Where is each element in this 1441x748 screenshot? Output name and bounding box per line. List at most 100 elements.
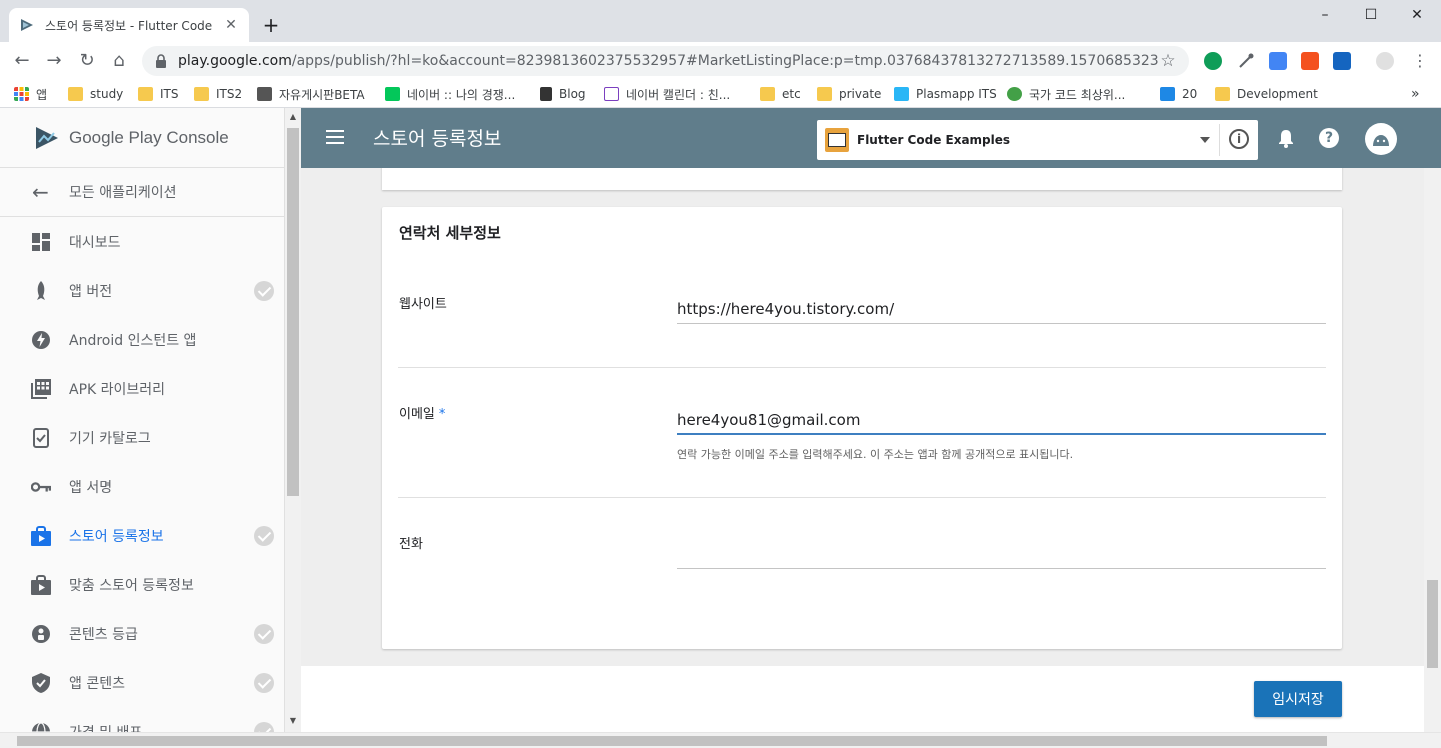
- sidebar-item-device-catalog[interactable]: 기기 카탈로그: [0, 413, 284, 462]
- app-selector[interactable]: Flutter Code Examples i: [817, 120, 1258, 160]
- sidebar-item-label: 맞춤 스토어 등록정보: [69, 577, 194, 594]
- bookmark-blog[interactable]: Blog: [540, 84, 586, 104]
- bookmark-plasmapp[interactable]: Plasmapp ITS: [894, 84, 997, 104]
- sidebar-item-app-signing[interactable]: 앱 서명: [0, 462, 284, 511]
- info-icon[interactable]: i: [1229, 129, 1249, 149]
- sidebar-item-label: Android 인스턴트 앱: [69, 332, 197, 349]
- maximize-button[interactable]: ☐: [1348, 4, 1394, 28]
- all-apps-label: 모든 애플리케이션: [69, 185, 177, 201]
- store-icon: [31, 525, 51, 546]
- all-apps-link[interactable]: ← 모든 애플리케이션: [0, 168, 284, 217]
- sidebar-item-apk-library[interactable]: APK 라이브러리: [0, 364, 284, 413]
- sidebar-item-pricing-distribution[interactable]: 가격 및 배포: [0, 707, 284, 732]
- bookmark-development[interactable]: Development: [1215, 84, 1318, 104]
- sidebar-item-dashboard[interactable]: 대시보드: [0, 217, 284, 266]
- app-bar: 스토어 등록정보 Flutter Code Examples i ?: [301, 108, 1441, 168]
- content-scrollbar[interactable]: [1424, 168, 1441, 732]
- required-asterisk: *: [438, 407, 446, 422]
- sidebar-item-app-content[interactable]: 앱 콘텐츠: [0, 658, 284, 707]
- bookmark-its[interactable]: ITS: [138, 84, 179, 104]
- sidebar-item-label: 대시보드: [69, 234, 121, 251]
- folder-icon: [194, 87, 209, 101]
- sidebar-item-app-releases[interactable]: 앱 버전: [0, 266, 284, 315]
- browser-tab[interactable]: 스토어 등록정보 - Flutter Code ✕: [9, 8, 249, 42]
- phone-field[interactable]: [677, 545, 1326, 569]
- bookmark-20[interactable]: 20: [1160, 84, 1197, 104]
- folder-icon: [138, 87, 153, 101]
- bookmark-private[interactable]: private: [817, 84, 881, 104]
- reload-icon[interactable]: ↻: [75, 49, 99, 73]
- sidebar-scrollbar[interactable]: ▲ ▼: [285, 108, 301, 732]
- content-scroll-thumb[interactable]: [1427, 580, 1438, 668]
- bookmark-study[interactable]: study: [68, 84, 123, 104]
- sidebar-item-label: 앱 콘텐츠: [69, 675, 125, 692]
- chevron-down-icon[interactable]: [1200, 137, 1210, 143]
- bookmark-label: ITS2: [216, 87, 243, 101]
- back-arrow-icon[interactable]: ←: [10, 49, 34, 73]
- bookmarks-overflow-button[interactable]: »: [1411, 84, 1420, 104]
- sidebar-item-label: 콘텐츠 등급: [69, 626, 138, 643]
- website-field[interactable]: https://here4you.tistory.com/: [677, 300, 1326, 324]
- bookmark-apps[interactable]: 앱: [14, 84, 47, 104]
- tab-close-icon[interactable]: ✕: [223, 17, 239, 33]
- horizontal-scrollbar[interactable]: [0, 732, 1441, 748]
- minimize-button[interactable]: –: [1302, 4, 1348, 28]
- close-window-button[interactable]: ✕: [1394, 4, 1440, 28]
- extension-orange-icon[interactable]: [1301, 52, 1319, 70]
- email-help-text: 연락 가능한 이메일 주소를 입력해주세요. 이 주소는 앱과 함께 공개적으로…: [677, 448, 1074, 461]
- bookmark-free-board[interactable]: 자유게시판BETA: [257, 84, 365, 104]
- check-circle-icon: [254, 526, 274, 546]
- horizontal-scroll-thumb[interactable]: [17, 736, 1327, 746]
- sidebar: Google Play Console ← 모든 애플리케이션 대시보드 앱 버…: [0, 108, 285, 732]
- forward-arrow-icon[interactable]: →: [42, 49, 66, 73]
- new-tab-button[interactable]: +: [258, 13, 284, 39]
- browser-menu-icon[interactable]: ⋮: [1408, 49, 1432, 73]
- scroll-up-arrow-icon[interactable]: ▲: [285, 110, 301, 124]
- email-label: 이메일 *: [399, 403, 445, 422]
- check-circle-icon: [254, 281, 274, 301]
- save-draft-button[interactable]: 임시저장: [1254, 681, 1342, 717]
- check-circle-icon: [254, 722, 274, 732]
- check-circle-icon: [254, 673, 274, 693]
- sidebar-item-custom-store-listing[interactable]: 맞춤 스토어 등록정보: [0, 560, 284, 609]
- divider: [398, 497, 1326, 498]
- play-console-page: Google Play Console ← 모든 애플리케이션 대시보드 앱 버…: [0, 108, 1441, 748]
- bookmark-star-icon[interactable]: ☆: [1159, 51, 1177, 71]
- eyedropper-icon[interactable]: [1237, 52, 1255, 70]
- bookmark-country-code[interactable]: 국가 코드 최상위...: [1007, 84, 1125, 104]
- sidebar-item-content-rating[interactable]: 콘텐츠 등급: [0, 609, 284, 658]
- sidebar-item-instant-apps[interactable]: Android 인스턴트 앱: [0, 315, 284, 364]
- sidebar-item-store-listing[interactable]: 스토어 등록정보: [0, 511, 284, 560]
- menu-icon[interactable]: [326, 130, 344, 144]
- bookmark-label: 네이버 캘린더 : 친...: [626, 87, 731, 102]
- divider: [1219, 124, 1220, 156]
- bookmark-naver-calendar[interactable]: 네이버 캘린더 : 친...: [604, 84, 730, 104]
- library-icon: [31, 378, 51, 399]
- naver-icon: [385, 87, 400, 101]
- blog-icon: [540, 87, 552, 101]
- help-icon[interactable]: ?: [1319, 128, 1339, 148]
- tab-title: 스토어 등록정보 - Flutter Code: [45, 18, 213, 33]
- profile-icon[interactable]: [1376, 52, 1394, 70]
- avatar[interactable]: [1365, 123, 1397, 155]
- extension-play-icon[interactable]: [1333, 52, 1351, 70]
- app-selector-name: Flutter Code Examples: [857, 133, 1011, 147]
- bookmark-naver[interactable]: 네이버 :: 나의 경쟁...: [385, 84, 515, 104]
- calendar-icon: [604, 87, 619, 101]
- address-bar[interactable]: play.google.com/apps/publish/?hl=ko&acco…: [142, 46, 1189, 76]
- notifications-bell-icon[interactable]: [1276, 128, 1296, 148]
- extension-green-icon[interactable]: [1204, 52, 1222, 70]
- bookmark-its2[interactable]: ITS2: [194, 84, 242, 104]
- page-title: 스토어 등록정보: [373, 128, 502, 150]
- bookmark-etc[interactable]: etc: [760, 84, 801, 104]
- translate-icon[interactable]: [1269, 52, 1287, 70]
- main-content: 연락처 세부정보 웹사이트 https://here4you.tistory.c…: [301, 168, 1424, 666]
- scroll-down-arrow-icon[interactable]: ▼: [285, 714, 301, 728]
- sidebar-scroll-thumb[interactable]: [287, 128, 299, 496]
- bookmark-label: 국가 코드 최상위...: [1029, 87, 1126, 102]
- email-field[interactable]: here4you81@gmail.com: [677, 411, 1326, 435]
- home-icon[interactable]: ⌂: [107, 49, 131, 73]
- brand[interactable]: Google Play Console: [0, 108, 284, 168]
- divider: [398, 367, 1326, 368]
- play-console-favicon-icon: [21, 19, 33, 31]
